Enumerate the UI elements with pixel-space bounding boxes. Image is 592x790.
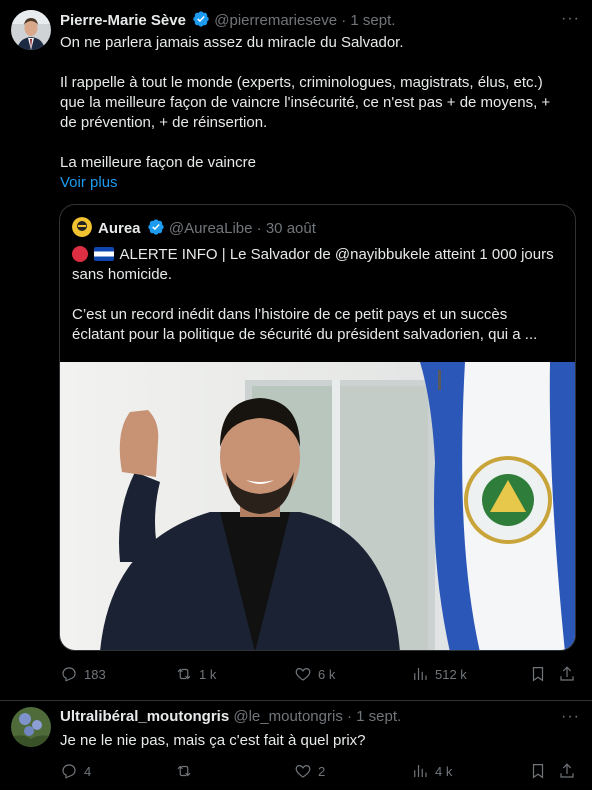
share-icon [560, 666, 574, 681]
tweet-actions: 4 2 4 k [60, 762, 576, 782]
reply-icon [62, 764, 76, 779]
share-icon [560, 763, 574, 778]
author-name[interactable]: Pierre-Marie Sève [60, 12, 186, 29]
bookmark-button[interactable] [529, 665, 547, 683]
tweet-date[interactable]: 1 sept. [350, 12, 395, 29]
heart-icon [295, 764, 311, 778]
like-count: 2 [318, 763, 326, 779]
quote-date: 30 août [265, 220, 316, 237]
like-count: 6 k [318, 666, 336, 682]
author-name[interactable]: Ultralibéral_moutongris [60, 708, 229, 725]
views-button[interactable]: 512 k [411, 665, 467, 683]
show-more-link[interactable]: Voir plus [60, 173, 118, 193]
quote-text-line: sans homicide. [72, 266, 173, 283]
views-count: 512 k [435, 666, 467, 682]
views-chart-icon [414, 765, 427, 777]
quote-text-line: ALERTE INFO | Le Salvador de @nayibbukel… [72, 245, 554, 265]
red-circle-icon [72, 246, 88, 262]
like-button[interactable]: 2 [294, 762, 325, 780]
quote-media-photo[interactable] [60, 362, 575, 650]
quote-text-line: C’est un record inédit dans l’histoire d… [72, 306, 508, 323]
bookmark-icon [532, 764, 544, 779]
reply-icon [62, 667, 76, 682]
tweet-text: Je ne le nie pas, mais ça c'est fait à q… [60, 732, 366, 749]
share-button[interactable] [558, 762, 576, 780]
tweet-text-line: La meilleure façon de vaincre [60, 154, 256, 171]
views-chart-icon [414, 668, 427, 680]
quoted-tweet[interactable]: Aurea @AureaLibe · 30 août ALERTE INFO |… [59, 204, 576, 651]
share-button[interactable] [558, 665, 576, 683]
quote-text: ALERTE INFO | Le Salvador de @nayibbukel… [119, 246, 554, 263]
reply-count: 4 [84, 763, 92, 779]
bookmark-icon [532, 667, 544, 682]
quote-author-avatar [72, 217, 92, 237]
separator-dot: · [341, 12, 347, 29]
more-options-button[interactable]: ··· [561, 10, 580, 28]
tweet-reply[interactable]: Ultralibéral_moutongris @le_moutongris ·… [0, 701, 592, 790]
quote-author-name: Aurea [98, 220, 141, 237]
reply-count: 183 [84, 666, 106, 682]
bookmark-button[interactable] [529, 762, 547, 780]
verified-badge-icon [147, 218, 165, 236]
more-options-button[interactable]: ··· [561, 708, 580, 726]
separator-dot: · [347, 708, 352, 725]
tweet-text-line: de prévention, + de réinsertion. [60, 114, 268, 131]
tweet-text-line: Il rappelle à tout le monde (experts, cr… [60, 74, 543, 91]
tweet-text-line: que la meilleure façon de vaincre l'insé… [60, 94, 551, 111]
repost-button[interactable] [175, 762, 199, 780]
separator-dot: · [256, 220, 262, 237]
author-handle[interactable]: @pierremarieseve [214, 12, 337, 29]
like-button[interactable]: 6 k [294, 665, 335, 683]
reply-button[interactable]: 4 [60, 762, 91, 780]
tweet-actions: 183 1 k 6 k 512 k [60, 665, 576, 685]
repost-button[interactable]: 1 k [175, 665, 216, 683]
tweet-date[interactable]: 1 sept. [356, 708, 401, 725]
quote-text-line: éclatant pour la politique de sécurité d… [72, 326, 538, 343]
repost-icon [177, 668, 191, 680]
repost-count: 1 k [199, 666, 217, 682]
author-avatar[interactable] [11, 10, 51, 50]
reply-button[interactable]: 183 [60, 665, 106, 683]
heart-icon [295, 667, 311, 681]
verified-badge-icon [192, 10, 210, 28]
views-button[interactable]: 4 k [411, 762, 452, 780]
tweet-main[interactable]: Pierre-Marie Sève @pierremarieseve · 1 s… [0, 0, 592, 700]
author-avatar[interactable] [11, 707, 51, 747]
el-salvador-flag-icon [94, 247, 115, 261]
tweet-text-line: On ne parlera jamais assez du miracle du… [60, 34, 404, 51]
views-count: 4 k [435, 763, 453, 779]
quote-author-handle: @AureaLibe [168, 220, 253, 237]
author-handle[interactable]: @le_moutongris [233, 708, 342, 725]
repost-icon [177, 765, 191, 777]
